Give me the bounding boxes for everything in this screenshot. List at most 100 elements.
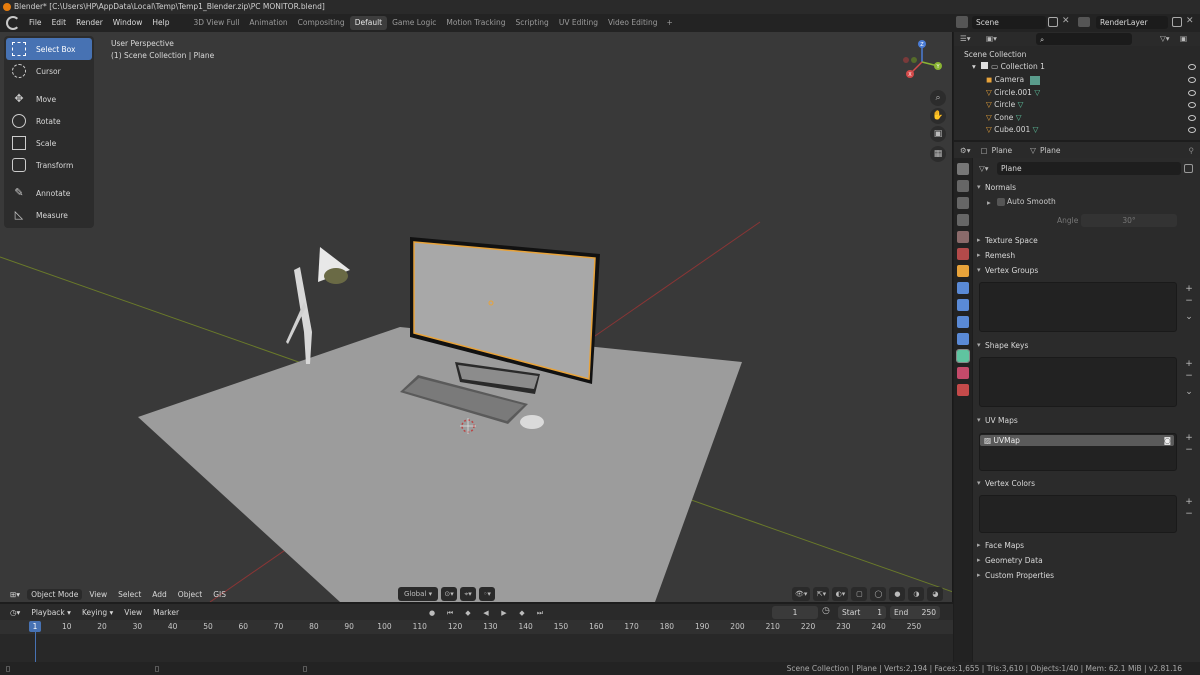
outliner-item-camera[interactable]: ◼ Camera xyxy=(954,74,1200,87)
tab-default[interactable]: Default xyxy=(349,16,388,30)
shape-key-menu-icon[interactable]: ⌄ xyxy=(1184,387,1194,397)
timeline-editor-icon[interactable]: ◷▾ xyxy=(6,607,24,618)
tool-tab-icon[interactable] xyxy=(957,163,969,175)
panel-remesh[interactable]: ▸ Remesh xyxy=(973,248,1195,263)
add-workspace-button[interactable]: + xyxy=(663,16,677,30)
menu-playback[interactable]: Playback ▾ xyxy=(27,607,75,618)
pin-icon[interactable]: ⚲ xyxy=(1189,146,1195,155)
display-mode-icon[interactable]: ▣▾ xyxy=(986,34,997,43)
next-key-icon[interactable]: ◆ xyxy=(514,606,530,620)
menu-edit[interactable]: Edit xyxy=(47,14,72,32)
modifier-tab-icon[interactable] xyxy=(957,282,969,294)
snap-icon[interactable]: ⌖▾ xyxy=(460,587,477,601)
eye-icon[interactable] xyxy=(1188,89,1196,96)
mesh-data-tab-icon[interactable] xyxy=(956,349,970,363)
jump-start-icon[interactable]: ⏮ xyxy=(442,606,458,620)
preview-range-icon[interactable]: ◷ xyxy=(822,606,834,618)
remove-vertex-group-button[interactable]: − xyxy=(1184,296,1194,306)
tab-video-editing[interactable]: Video Editing xyxy=(603,16,663,30)
menu-add[interactable]: Add xyxy=(148,589,171,600)
outliner-item-circle[interactable]: ▽ Circle ▽ xyxy=(954,99,1200,112)
tab-uv-editing[interactable]: UV Editing xyxy=(554,16,603,30)
filter-icon[interactable]: ▽▾ xyxy=(1160,34,1170,43)
tab-game-logic[interactable]: Game Logic xyxy=(387,16,441,30)
menu-view[interactable]: View xyxy=(85,589,111,600)
gizmo-toggle-icon[interactable]: ⇱▾ xyxy=(813,587,830,601)
scene-tab-icon[interactable] xyxy=(957,231,969,243)
play-reverse-icon[interactable]: ◀ xyxy=(478,606,494,620)
menu-help[interactable]: Help xyxy=(147,14,174,32)
tool-scale[interactable]: Scale xyxy=(6,132,92,154)
panel-texture-space[interactable]: ▸ Texture Space xyxy=(973,233,1195,248)
constraints-tab-icon[interactable] xyxy=(957,333,969,345)
render-active-icon[interactable]: ◙ xyxy=(1164,435,1171,446)
rendered-shading-icon[interactable]: ◕ xyxy=(927,587,944,601)
menu-marker[interactable]: Marker xyxy=(149,607,183,618)
pivot-icon[interactable]: ⊙▾ xyxy=(441,587,458,601)
record-icon[interactable]: ● xyxy=(424,606,440,620)
navigation-gizmo[interactable]: Z Y X xyxy=(900,38,944,82)
breadcrumb-object[interactable]: Plane xyxy=(992,146,1013,155)
tab-3d-view-full[interactable]: 3D View Full xyxy=(188,16,244,30)
visibility-icon[interactable]: 👁▾ xyxy=(792,587,811,601)
mode-dropdown[interactable]: Object Mode xyxy=(27,588,83,600)
eye-icon[interactable] xyxy=(1188,77,1196,83)
menu-timeline-view[interactable]: View xyxy=(120,607,146,618)
start-frame-field[interactable]: Start 1 xyxy=(838,606,886,619)
uv-map-item[interactable]: ▨ UVMap ◙ xyxy=(980,435,1174,446)
menu-file[interactable]: File xyxy=(24,14,47,32)
angle-field[interactable]: 30° xyxy=(1081,214,1177,227)
wireframe-shading-icon[interactable]: ◯ xyxy=(870,587,887,601)
panel-geometry-data[interactable]: ▸ Geometry Data xyxy=(973,553,1195,568)
3d-viewport[interactable]: Select Box Cursor ✥ Move Rotate Scale Tra… xyxy=(0,32,953,602)
tool-move[interactable]: ✥ Move xyxy=(6,88,92,110)
camera-view-icon[interactable]: ▣ xyxy=(930,126,946,142)
panel-shape-keys[interactable]: ▾ Shape Keys xyxy=(973,338,1195,353)
vertex-groups-list[interactable] xyxy=(979,282,1177,332)
eye-icon[interactable] xyxy=(1188,127,1196,133)
blender-menu-icon[interactable] xyxy=(6,16,20,30)
zoom-icon[interactable]: ⌕ xyxy=(930,90,946,106)
remove-shape-key-button[interactable]: − xyxy=(1184,371,1194,381)
eye-icon[interactable] xyxy=(1188,64,1196,70)
add-uv-map-button[interactable]: + xyxy=(1184,433,1194,443)
remove-vertex-color-button[interactable]: − xyxy=(1184,509,1194,519)
panel-vertex-groups[interactable]: ▾ Vertex Groups xyxy=(973,263,1195,278)
vertex-group-menu-icon[interactable]: ⌄ xyxy=(1184,312,1194,322)
world-tab-icon[interactable] xyxy=(957,248,969,260)
tool-annotate[interactable]: ✎ Annotate xyxy=(6,182,92,204)
play-icon[interactable]: ▶ xyxy=(496,606,512,620)
particles-tab-icon[interactable] xyxy=(957,299,969,311)
menu-object[interactable]: Object xyxy=(174,589,206,600)
menu-window[interactable]: Window xyxy=(108,14,148,32)
outliner-scene-collection[interactable]: Scene Collection xyxy=(954,49,1200,62)
add-vertex-group-button[interactable]: + xyxy=(1184,284,1194,294)
fake-user-icon[interactable] xyxy=(1184,164,1193,173)
auto-smooth-expand[interactable]: ▸ xyxy=(987,198,991,207)
solid-shading-icon[interactable]: ● xyxy=(889,587,906,601)
render-tab-icon[interactable] xyxy=(957,180,969,192)
overlay-icon[interactable]: ◐▾ xyxy=(832,587,849,601)
mesh-data-icon[interactable]: ▽▾ xyxy=(979,164,989,173)
new-layer-icon[interactable] xyxy=(1172,17,1182,27)
outliner-item-circle-001[interactable]: ▽ Circle.001 ▽ xyxy=(954,87,1200,100)
render-layer-field[interactable]: RenderLayer xyxy=(1096,16,1168,29)
material-tab-icon[interactable] xyxy=(957,367,969,379)
tab-motion-tracking[interactable]: Motion Tracking xyxy=(441,16,510,30)
panel-face-maps[interactable]: ▸ Face Maps xyxy=(973,538,1195,553)
remove-uv-map-button[interactable]: − xyxy=(1184,445,1194,455)
ortho-grid-icon[interactable]: ▦ xyxy=(930,146,946,162)
scene-field[interactable]: Scene xyxy=(972,16,1046,29)
view-layer-tab-icon[interactable] xyxy=(957,214,969,226)
eye-icon[interactable] xyxy=(1188,102,1196,108)
add-vertex-color-button[interactable]: + xyxy=(1184,497,1194,507)
scene-icon[interactable] xyxy=(956,16,968,28)
properties-editor-icon[interactable]: ⚙▾ xyxy=(960,146,971,155)
tool-transform[interactable]: Transform xyxy=(6,154,92,176)
outliner-search-input[interactable]: ⌕ xyxy=(1036,33,1132,45)
panel-uv-maps[interactable]: ▾ UV Maps xyxy=(973,413,1195,428)
physics-tab-icon[interactable] xyxy=(957,316,969,328)
playhead[interactable]: 1 xyxy=(29,621,41,632)
breadcrumb-mesh[interactable]: Plane xyxy=(1040,146,1061,155)
menu-keying[interactable]: Keying ▾ xyxy=(78,607,117,618)
